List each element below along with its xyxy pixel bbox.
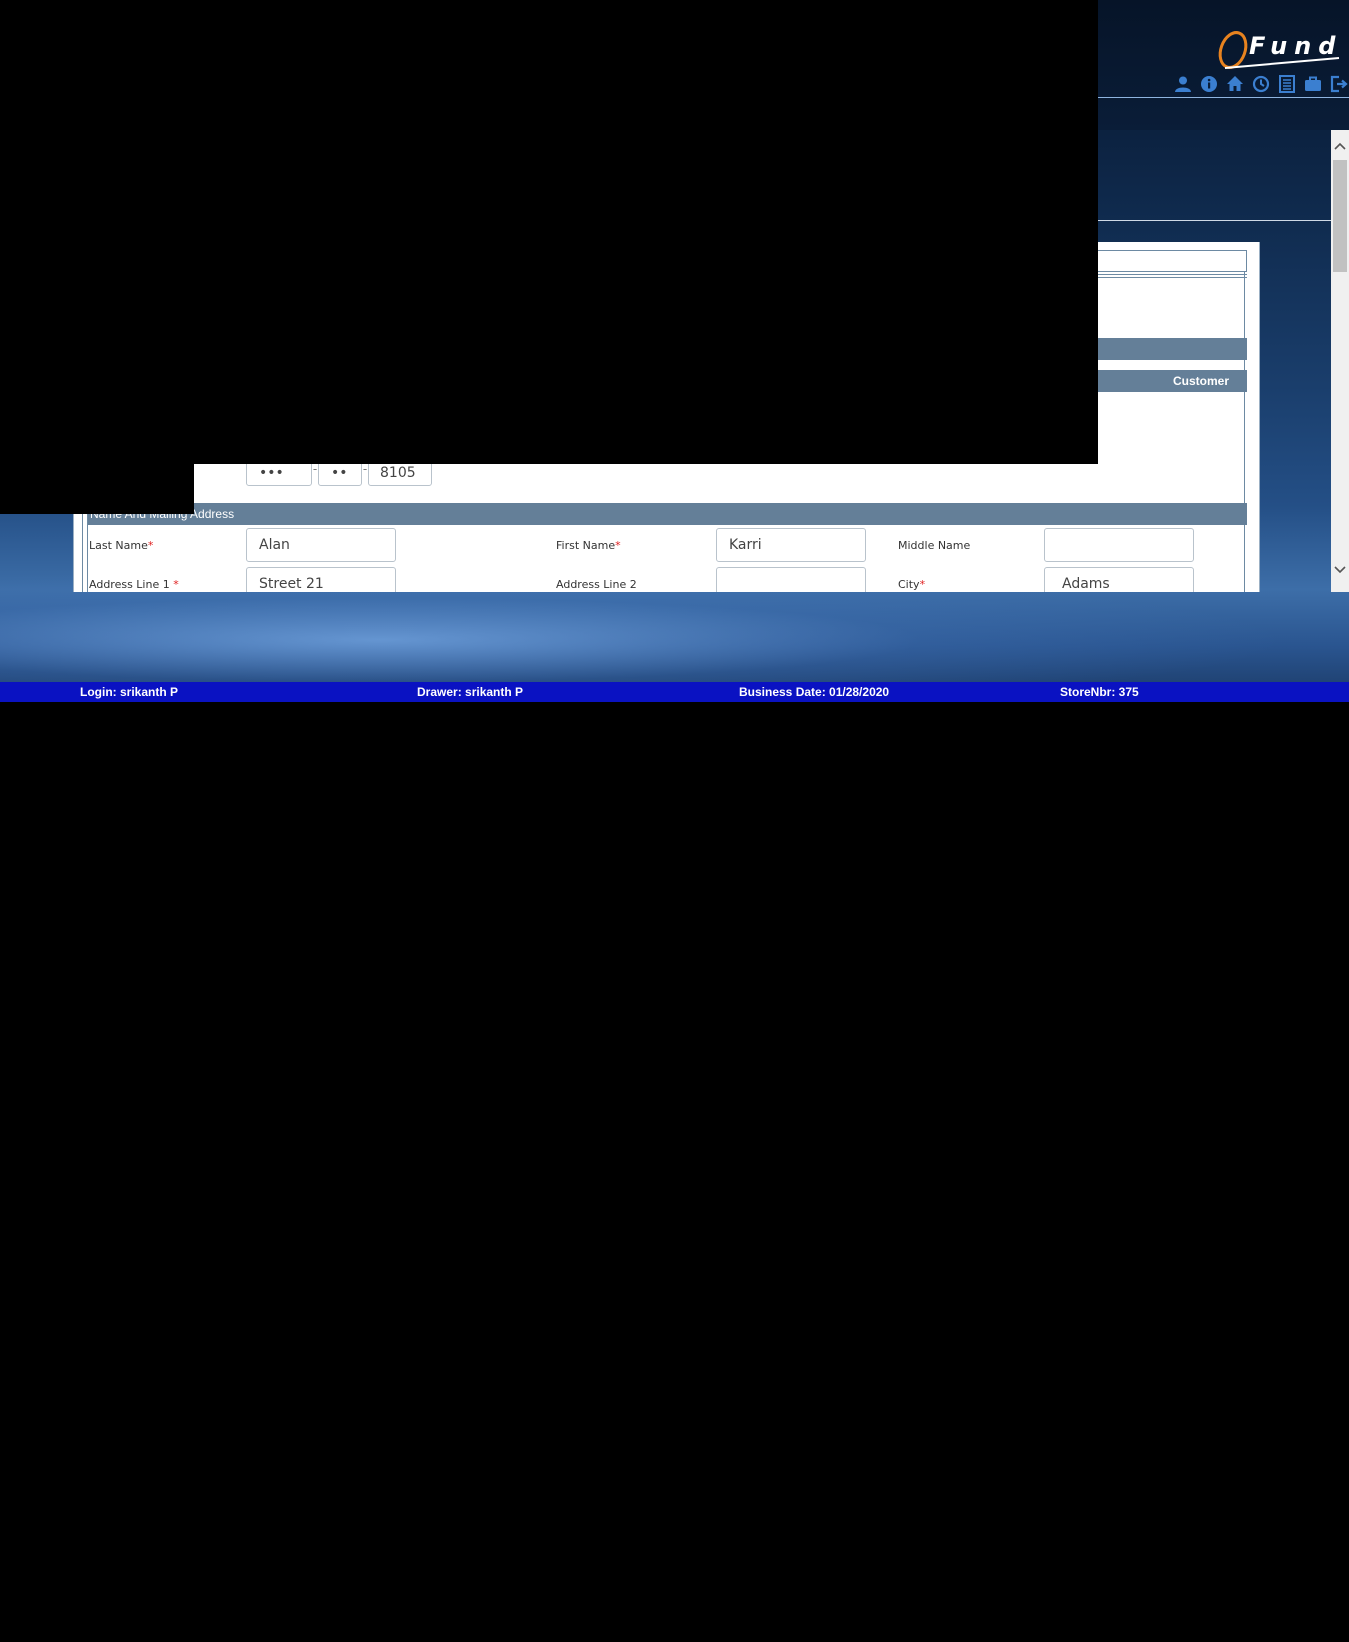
address1-label: Address Line 1 * <box>89 578 179 591</box>
city-input[interactable]: Adams <box>1044 567 1194 592</box>
info-icon[interactable] <box>1199 74 1219 94</box>
user-icon[interactable] <box>1173 74 1193 94</box>
city-label-text: City <box>898 578 920 591</box>
address1-input[interactable]: Street 21 <box>246 567 396 592</box>
status-drawer: Drawer: srikanth P <box>417 685 524 699</box>
qfund-logo: Fund <box>1211 28 1343 72</box>
first-name-label: First Name* <box>556 539 621 552</box>
last-name-label-text: Last Name <box>89 539 148 552</box>
status-business-date: Business Date: 01/28/2020 <box>739 685 890 699</box>
status-bar: Login: srikanth P Drawer: srikanth P Bus… <box>0 682 1349 702</box>
header-rule <box>1098 97 1349 98</box>
city-label: City* <box>898 578 925 591</box>
required-mark: * <box>173 578 179 591</box>
briefcase-icon[interactable] <box>1303 74 1323 94</box>
app-window: Fund Customer Nbr: ••• - •• - 8105 Name … <box>0 0 1349 702</box>
content-header-rule <box>1098 220 1331 221</box>
scrollbar-thumb[interactable] <box>1333 160 1347 272</box>
panel-right-rail <box>1244 272 1247 592</box>
scroll-down-arrow-icon[interactable] <box>1331 560 1349 580</box>
scroll-up-arrow-icon[interactable] <box>1331 136 1349 156</box>
address2-input[interactable] <box>716 567 866 592</box>
address2-label: Address Line 2 <box>556 578 637 591</box>
status-login: Login: srikanth P <box>80 685 179 699</box>
middle-name-label: Middle Name <box>898 539 971 552</box>
list-icon[interactable] <box>1277 74 1297 94</box>
last-name-label: Last Name* <box>89 539 153 552</box>
required-mark: * <box>615 539 621 552</box>
middle-name-input[interactable] <box>1044 528 1194 562</box>
home-icon[interactable] <box>1225 74 1245 94</box>
logout-icon[interactable] <box>1329 74 1349 94</box>
redaction-block <box>0 0 1098 464</box>
status-store-number: StoreNbr: 375 <box>1060 685 1139 699</box>
header-toolbar <box>1173 74 1349 96</box>
first-name-input[interactable]: Karri <box>716 528 866 562</box>
name-address-section-bar: Name And Mailing Address <box>88 503 1247 525</box>
first-name-label-text: First Name <box>556 539 616 552</box>
logo-word: Fund <box>1249 32 1343 60</box>
vertical-scrollbar[interactable] <box>1331 130 1349 592</box>
address1-label-text: Address Line 1 <box>89 578 174 591</box>
required-mark: * <box>919 578 926 591</box>
required-mark: * <box>147 539 154 552</box>
customer-nbr-label: Customer Nbr: <box>1173 374 1230 410</box>
redaction-block <box>0 464 194 514</box>
clock-icon[interactable] <box>1251 74 1271 94</box>
last-name-input[interactable]: Alan <box>246 528 396 562</box>
